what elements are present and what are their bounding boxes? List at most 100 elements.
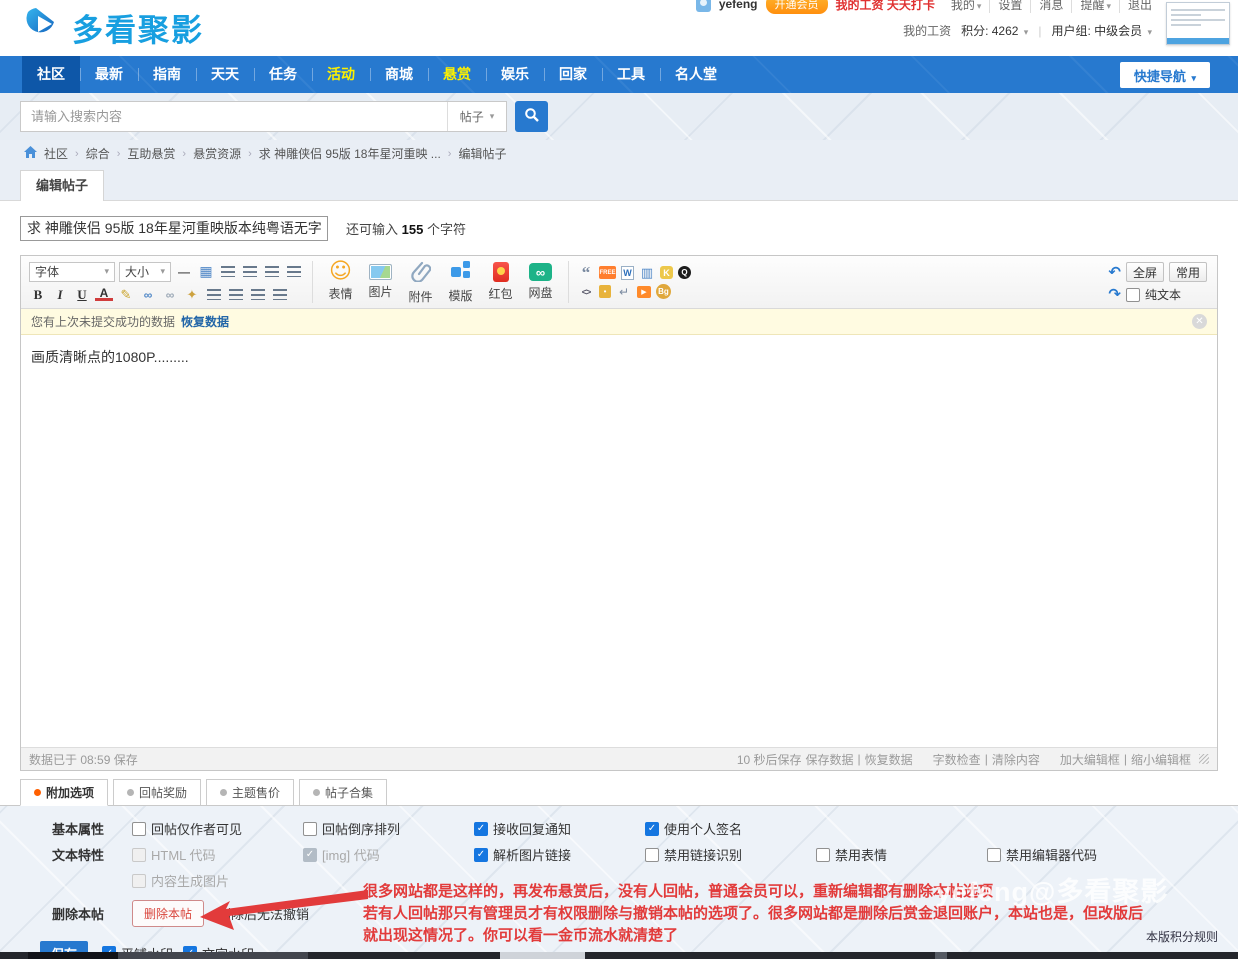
nav-item-7[interactable]: 商城 [370,56,428,93]
font-color-icon[interactable]: A [95,288,113,301]
line-wrap-icon[interactable]: ↵ [616,284,632,299]
nav-item-2[interactable]: 最新 [80,56,138,93]
word-doc-icon[interactable]: W [621,266,634,280]
bold-icon[interactable]: B [29,287,47,303]
size-select[interactable]: 大小▾ [119,262,171,282]
image-button[interactable]: 图片 [362,258,399,307]
free-hidden-icon[interactable]: FREE [599,266,616,279]
italic-icon[interactable]: I [51,287,69,303]
usergroup-dropdown[interactable]: 用户组: 中级会员 ▾ [1051,22,1152,39]
option-checkbox-item[interactable]: 回帖倒序排列 [303,819,474,838]
unchecked-checkbox[interactable] [132,822,146,836]
option-checkbox-item[interactable]: 回帖仅作者可见 [132,819,303,838]
nav-item-9[interactable]: 娱乐 [486,56,544,93]
netdisk-button[interactable]: ∞网盘 [522,258,559,307]
option-checkbox-item[interactable]: 禁用链接识别 [645,845,816,864]
breadcrumb-item[interactable]: 悬赏资源 [193,145,241,162]
quote-icon[interactable]: “ [578,265,594,280]
clear-format-icon[interactable]: ✦ [183,287,201,303]
align-justify-icon[interactable] [287,266,301,277]
plain-text-checkbox[interactable] [1126,288,1140,302]
checked-checkbox[interactable]: ✓ [474,822,488,836]
sell-key-icon[interactable]: K [660,266,673,279]
status-action-link[interactable]: 字数检查 [933,751,981,768]
option-checkbox-item[interactable]: ✓接收回复通知 [474,819,645,838]
breadcrumb-item[interactable]: 社区 [44,145,68,162]
media-icon[interactable]: ▶ [637,286,651,298]
status-action-link[interactable]: 缩小编辑框 [1131,751,1191,768]
option-checkbox-item[interactable]: 内容生成图片 [132,871,303,890]
option-checkbox-item[interactable]: ✓[img] 代码 [303,845,474,864]
my-wage-link[interactable]: 我的工资 [903,22,951,39]
columns-icon[interactable]: ▥ [639,265,655,280]
insert-link-icon[interactable]: ∞ [139,287,157,303]
username[interactable]: yefeng [719,0,758,11]
status-action-link[interactable]: 加大编辑框 [1060,751,1120,768]
wage-promo-link[interactable]: 我的工资 天天打卡 [836,0,935,13]
breadcrumb-item[interactable]: 综合 [86,145,110,162]
tab-edit-post[interactable]: 编辑帖子 [20,170,104,201]
option-checkbox-item[interactable]: ✓解析图片链接 [474,845,645,864]
status-action-link[interactable]: 恢复数据 [865,751,913,768]
code-icon[interactable]: <> [578,284,594,299]
remove-link-icon[interactable]: ∞ [161,287,179,303]
redo-icon[interactable]: ↷ [1108,287,1121,302]
options-tab-1[interactable]: 附加选项 [20,779,108,806]
align-right-icon[interactable] [265,266,279,277]
breadcrumb-item[interactable]: 编辑帖子 [458,145,506,162]
nav-item-12[interactable]: 名人堂 [660,56,732,93]
options-tab-3[interactable]: 主题售价 [206,779,294,806]
avatar[interactable] [696,0,711,12]
background-icon[interactable]: Bg [656,284,671,299]
nav-item-11[interactable]: 工具 [602,56,660,93]
qq-icon[interactable]: Q [678,266,691,279]
template-button[interactable]: 模版 [442,258,479,307]
search-input[interactable] [21,102,447,131]
restore-data-link[interactable]: 恢复数据 [181,313,229,330]
status-action-link[interactable]: 清除内容 [992,751,1040,768]
credits-dropdown[interactable]: 积分: 4262 ▾ [961,22,1028,39]
editor-content[interactable]: 画质清晰点的1080P......... [21,335,1217,747]
attachment-button[interactable]: 附件 [402,258,439,307]
checked-checkbox[interactable]: ✓ [474,848,488,862]
options-tab-4[interactable]: 帖子合集 [299,779,387,806]
checked-checkbox[interactable]: ✓ [645,822,659,836]
nav-item-6[interactable]: 活动 [312,56,370,93]
site-logo[interactable]: 多看聚影 [22,4,204,51]
ordered-list-icon[interactable] [251,289,265,300]
delete-post-button[interactable]: 删除本帖 [132,900,204,927]
quick-nav-button[interactable]: 快捷导航 ▾ [1120,62,1210,88]
align-left-icon[interactable] [221,266,235,277]
horizontal-rule-icon[interactable]: — [175,264,193,280]
resize-grip-icon[interactable] [1199,754,1209,764]
align-center-icon[interactable] [243,266,257,277]
nav-item-4[interactable]: 天天 [196,56,254,93]
user-menu-2[interactable]: 设置 [989,0,1030,13]
status-action-link[interactable]: 保存数据 [806,751,854,768]
user-menu-5[interactable]: 退出 [1119,0,1160,13]
nav-item-5[interactable]: 任务 [254,56,312,93]
highlight-icon[interactable]: ✎ [117,287,135,303]
home-icon[interactable] [24,146,37,161]
undo-icon[interactable]: ↶ [1108,265,1121,280]
unchecked-checkbox[interactable] [645,848,659,862]
font-select[interactable]: 字体▾ [29,262,115,282]
option-checkbox-item[interactable]: 禁用编辑器代码 [987,845,1158,864]
unordered-list-icon[interactable] [273,289,287,300]
red-packet-button[interactable]: 红包 [482,258,519,307]
close-icon[interactable]: ✕ [1192,314,1207,329]
search-button[interactable] [515,101,548,132]
table-icon[interactable]: ▦ [197,264,215,280]
breadcrumb-item[interactable]: 求 神雕侠侣 95版 18年星河重映 ... [259,145,441,162]
vip-upgrade-button[interactable]: 开通会员 [766,0,828,14]
options-tab-2[interactable]: 回帖奖励 [113,779,201,806]
post-title-input[interactable] [20,216,328,241]
nav-item-8[interactable]: 悬赏 [428,56,486,93]
user-menu-3[interactable]: 消息 [1030,0,1071,13]
nav-item-10[interactable]: 回家 [544,56,602,93]
unchecked-checkbox[interactable] [303,822,317,836]
smilies-button[interactable]: ☺表情 [322,258,359,307]
user-menu-4[interactable]: 提醒▾ [1071,0,1119,13]
nav-item-1[interactable]: 社区 [22,56,80,93]
common-button[interactable]: 常用 [1169,262,1207,282]
